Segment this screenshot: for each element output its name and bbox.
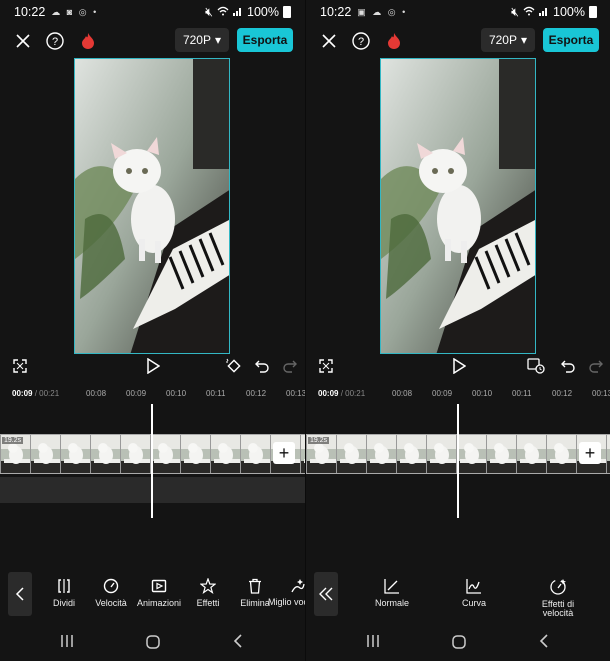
trash-icon <box>249 578 261 594</box>
split-icon <box>58 579 70 593</box>
svg-text:?: ? <box>358 36 364 48</box>
caret-down-icon: ▾ <box>214 33 221 47</box>
wifi-icon <box>523 5 535 19</box>
edit-toolbar: Dividi Velocità Animazioni Effetti Elimi… <box>0 568 305 620</box>
right-panel: 10:22 ▣ ☁ ◎ • 🔇︎ 100% ? 720P ▾ Esporta 0… <box>305 0 610 661</box>
video-frame-image <box>381 59 535 353</box>
home-icon[interactable] <box>451 634 467 650</box>
timeline-tick: 00:08 <box>86 389 107 398</box>
video-frame-image <box>75 59 229 353</box>
help-icon[interactable]: ? <box>45 31 65 51</box>
fullscreen-icon[interactable] <box>318 358 334 374</box>
speed-icon <box>103 578 119 594</box>
add-clip-button[interactable]: + <box>273 442 295 464</box>
back-icon[interactable] <box>538 634 550 648</box>
close-icon[interactable] <box>320 32 338 50</box>
timeline-tick: 00:09 <box>126 389 147 398</box>
close-icon[interactable] <box>14 32 32 50</box>
mute-icon: 🔇︎ <box>511 4 520 19</box>
redo-icon[interactable] <box>282 357 298 375</box>
left-panel: 10:22 ☁ ◙ ◎ • 🔇︎ 100% ? 720P ▾ Esporta 0… <box>0 0 305 661</box>
enhance-voice-icon <box>291 579 305 593</box>
timeline-tick: 00:12 <box>552 389 573 398</box>
timeline-tick: 00:13 <box>286 389 305 398</box>
magic-wand-icon[interactable] <box>224 357 244 375</box>
keyframe-icon[interactable] <box>526 357 546 375</box>
timeline-tick: 00:12 <box>246 389 267 398</box>
curve-icon <box>466 579 481 594</box>
timeline-tick: 00:09 <box>432 389 453 398</box>
android-nav-bar <box>306 630 610 654</box>
normal-speed-icon <box>384 579 399 594</box>
status-time: 10:22 <box>320 5 352 19</box>
effects-icon <box>200 578 216 594</box>
notification-icons: ▣ ☁ ◎ • <box>357 6 408 17</box>
battery-icon <box>589 6 597 18</box>
timeline-tick: 00:08 <box>392 389 413 398</box>
status-bar: 10:22 ▣ ☁ ◎ • 🔇︎ 100% <box>306 0 610 24</box>
video-preview[interactable] <box>74 58 230 354</box>
notification-icons: ☁ ◙ ◎ • <box>51 6 99 17</box>
export-button[interactable]: Esporta <box>237 28 293 52</box>
fullscreen-icon[interactable] <box>12 358 28 374</box>
speed-toolbar: Normale Curva Effetti di velocità <box>306 568 610 620</box>
svg-text:?: ? <box>52 36 58 48</box>
timeline-tick: 00:11 <box>512 389 532 398</box>
flame-icon[interactable] <box>384 30 404 52</box>
tool-enhance-voice[interactable]: Miglio voc <box>268 578 305 607</box>
clip-duration: 19.2s <box>308 437 330 444</box>
status-time: 10:22 <box>14 5 46 19</box>
clip-duration: 19.2s <box>2 437 24 444</box>
tool-speed-effects[interactable]: Effetti di velocità <box>528 578 588 618</box>
animation-icon <box>151 579 167 593</box>
home-icon[interactable] <box>145 634 161 650</box>
playhead[interactable] <box>457 404 459 518</box>
toolbar-back-button[interactable] <box>8 572 32 616</box>
chevron-left-icon <box>15 587 24 601</box>
caret-down-icon: ▾ <box>520 33 527 47</box>
recent-apps-icon[interactable] <box>59 634 75 648</box>
resolution-select[interactable]: 720P ▾ <box>480 28 535 52</box>
total-time: / 00:21 <box>34 389 60 398</box>
battery-percent: 100% <box>247 5 279 19</box>
undo-icon[interactable] <box>254 357 270 375</box>
video-preview[interactable] <box>380 58 536 354</box>
play-icon[interactable] <box>450 357 468 375</box>
android-nav-bar <box>0 630 305 654</box>
speed-effects-icon <box>550 579 566 595</box>
current-time: 00:09 <box>318 389 339 398</box>
add-clip-button[interactable]: + <box>579 442 601 464</box>
resolution-select[interactable]: 720P ▾ <box>174 28 229 52</box>
playhead[interactable] <box>151 404 153 518</box>
signal-icon <box>233 5 243 19</box>
wifi-icon <box>217 5 229 19</box>
mute-icon: 🔇︎ <box>205 4 214 19</box>
redo-icon[interactable] <box>588 357 604 375</box>
signal-icon <box>539 5 549 19</box>
toolbar-back-button[interactable] <box>314 572 338 616</box>
timeline-ruler[interactable]: 00:09 / 00:21 00:08 00:09 00:10 00:11 00… <box>306 386 610 402</box>
timeline-tick: 00:10 <box>472 389 493 398</box>
battery-percent: 100% <box>553 5 585 19</box>
flame-icon[interactable] <box>78 30 98 52</box>
undo-icon[interactable] <box>560 357 576 375</box>
current-time: 00:09 <box>12 389 33 398</box>
export-button[interactable]: Esporta <box>543 28 599 52</box>
tool-normal-speed[interactable]: Normale <box>362 578 422 608</box>
status-bar: 10:22 ☁ ◙ ◎ • 🔇︎ 100% <box>0 0 305 24</box>
timeline-ruler[interactable]: 00:09 / 00:21 00:08 00:09 00:10 00:11 00… <box>0 386 305 402</box>
timeline-tick: 00:11 <box>206 389 226 398</box>
timeline-tick: 00:13 <box>592 389 610 398</box>
battery-icon <box>283 6 291 18</box>
total-time: / 00:21 <box>340 389 366 398</box>
timeline-tick: 00:10 <box>166 389 187 398</box>
help-icon[interactable]: ? <box>351 31 371 51</box>
back-icon[interactable] <box>232 634 244 648</box>
recent-apps-icon[interactable] <box>365 634 381 648</box>
double-chevron-left-icon <box>319 587 333 601</box>
tool-curve-speed[interactable]: Curva <box>444 578 504 608</box>
play-icon[interactable] <box>144 357 162 375</box>
